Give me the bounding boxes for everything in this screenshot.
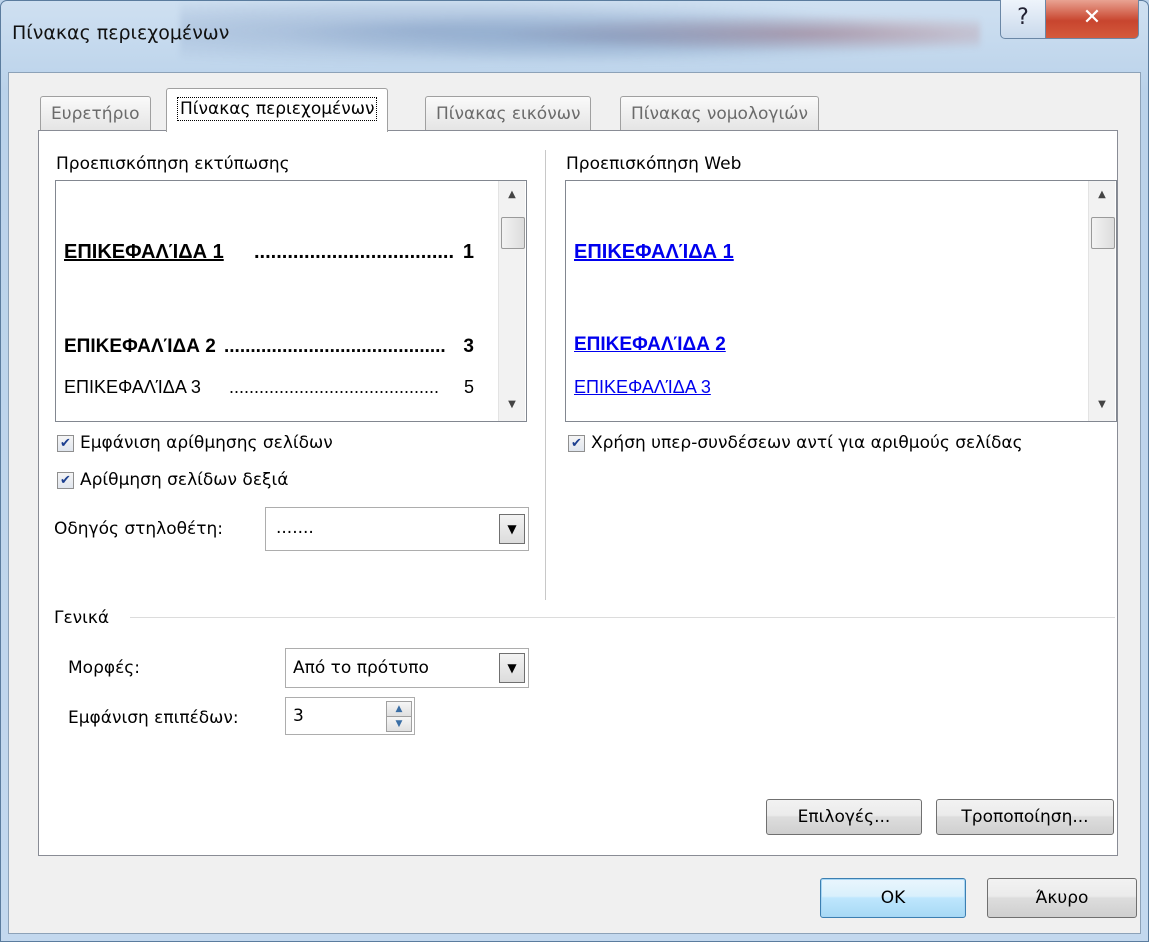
hyperlinks-label[interactable]: Χρήση υπερ-συνδέσεων αντί για αριθμούς σ… xyxy=(591,433,1023,453)
hyperlinks-checkbox[interactable]: ✔ xyxy=(568,435,585,452)
options-button[interactable]: Επιλογές... xyxy=(766,799,922,835)
titlebar-background xyxy=(180,2,980,72)
dialog-title: Πίνακας περιεχομένων xyxy=(12,22,230,44)
scroll-up-icon[interactable]: ▲ xyxy=(1089,185,1115,205)
web-preview-scrollbar[interactable]: ▲ ▼ xyxy=(1088,181,1115,421)
levels-value: 3 xyxy=(293,706,304,726)
print-entry-1: ΕΠΙΚΕΦΑΛΊΔΑ 1...........................… xyxy=(64,241,474,264)
tab-index[interactable]: Ευρετήριο xyxy=(40,96,151,131)
scroll-down-icon[interactable]: ▼ xyxy=(1089,395,1115,415)
scroll-down-icon[interactable]: ▼ xyxy=(499,395,525,415)
entry-page: 3 xyxy=(463,336,474,357)
tab-leader-value: ....... xyxy=(276,518,314,538)
entry-page: 5 xyxy=(463,377,474,397)
spin-up-icon[interactable]: ▲ xyxy=(386,701,412,717)
formats-dropdown[interactable]: Από το πρότυπο ▼ xyxy=(285,648,529,688)
general-group-line xyxy=(130,617,1115,618)
general-group-label: Γενικά xyxy=(54,608,110,628)
entry-page: 1 xyxy=(462,241,474,263)
ok-button[interactable]: OK xyxy=(820,878,966,918)
print-preview-scrollbar[interactable]: ▲ ▼ xyxy=(498,181,525,421)
close-icon: ✕ xyxy=(1082,5,1102,30)
tab-table-of-figures[interactable]: Πίνακας εικόνων xyxy=(425,96,592,131)
cancel-button[interactable]: Άκυρο xyxy=(987,878,1137,918)
formats-label: Μορφές: xyxy=(68,658,140,678)
help-button[interactable]: ? xyxy=(1000,0,1046,39)
tab-leader-dropdown[interactable]: ....... ▼ xyxy=(265,507,529,551)
show-page-numbers-checkbox[interactable]: ✔ xyxy=(57,435,74,452)
spin-down-icon[interactable]: ▼ xyxy=(386,716,412,732)
tab-table-of-authorities[interactable]: Πίνακας νομολογιών xyxy=(620,96,819,131)
entry-dots: ........................................… xyxy=(229,377,440,397)
web-preview-box: ΕΠΙΚΕΦΑΛΊΔΑ 1 ΕΠΙΚΕΦΑΛΊΔΑ 2 ΕΠΙΚΕΦΑΛΊΔΑ … xyxy=(565,180,1117,422)
entry-text: ΕΠΙΚΕΦΑΛΊΔΑ 2 xyxy=(64,336,216,357)
modify-button[interactable]: Τροποποίηση... xyxy=(936,799,1114,835)
chevron-down-icon[interactable]: ▼ xyxy=(499,514,525,544)
scroll-up-icon[interactable]: ▲ xyxy=(499,185,525,205)
entry-dots: ........................................… xyxy=(224,336,446,357)
tab-label: Πίνακας περιεχομένων xyxy=(177,97,378,121)
scroll-thumb[interactable] xyxy=(1091,217,1115,249)
levels-label: Εμφάνιση επιπέδων: xyxy=(68,708,239,728)
tab-table-of-contents[interactable]: Πίνακας περιεχομένων xyxy=(166,88,389,132)
tab-leader-label: Οδηγός στηλοθέτη: xyxy=(54,519,223,539)
print-entry-3: ΕΠΙΚΕΦΑΛΊΔΑ 3...........................… xyxy=(64,377,474,398)
web-entry-2[interactable]: ΕΠΙΚΕΦΑΛΊΔΑ 2 xyxy=(574,334,726,356)
column-divider xyxy=(545,150,547,600)
close-button[interactable]: ✕ xyxy=(1045,0,1139,39)
show-page-numbers-label[interactable]: Εμφάνιση αρίθμησης σελίδων xyxy=(80,433,333,453)
right-align-checkbox[interactable]: ✔ xyxy=(57,472,74,489)
scroll-thumb[interactable] xyxy=(501,217,525,249)
entry-text: ΕΠΙΚΕΦΑΛΊΔΑ 1 xyxy=(64,241,224,263)
print-preview-label: Προεπισκόπηση εκτύπωσης xyxy=(56,154,290,174)
help-icon: ? xyxy=(1017,5,1029,30)
entry-dots: ........................................… xyxy=(254,241,454,263)
levels-spinner[interactable]: 3 ▲ ▼ xyxy=(285,697,415,735)
chevron-down-icon[interactable]: ▼ xyxy=(499,653,525,683)
web-entry-1[interactable]: ΕΠΙΚΕΦΑΛΊΔΑ 1 xyxy=(574,241,734,264)
print-entry-2: ΕΠΙΚΕΦΑΛΊΔΑ 2...........................… xyxy=(64,336,474,358)
web-preview-label: Προεπισκόπηση Web xyxy=(566,154,742,174)
entry-text: ΕΠΙΚΕΦΑΛΊΔΑ 3 xyxy=(64,377,201,397)
web-entry-3[interactable]: ΕΠΙΚΕΦΑΛΊΔΑ 3 xyxy=(574,377,711,398)
right-align-label[interactable]: Αρίθμηση σελίδων δεξιά xyxy=(80,470,288,490)
formats-value: Από το πρότυπο xyxy=(293,658,429,678)
print-preview-box: ΕΠΙΚΕΦΑΛΊΔΑ 1...........................… xyxy=(55,180,527,422)
